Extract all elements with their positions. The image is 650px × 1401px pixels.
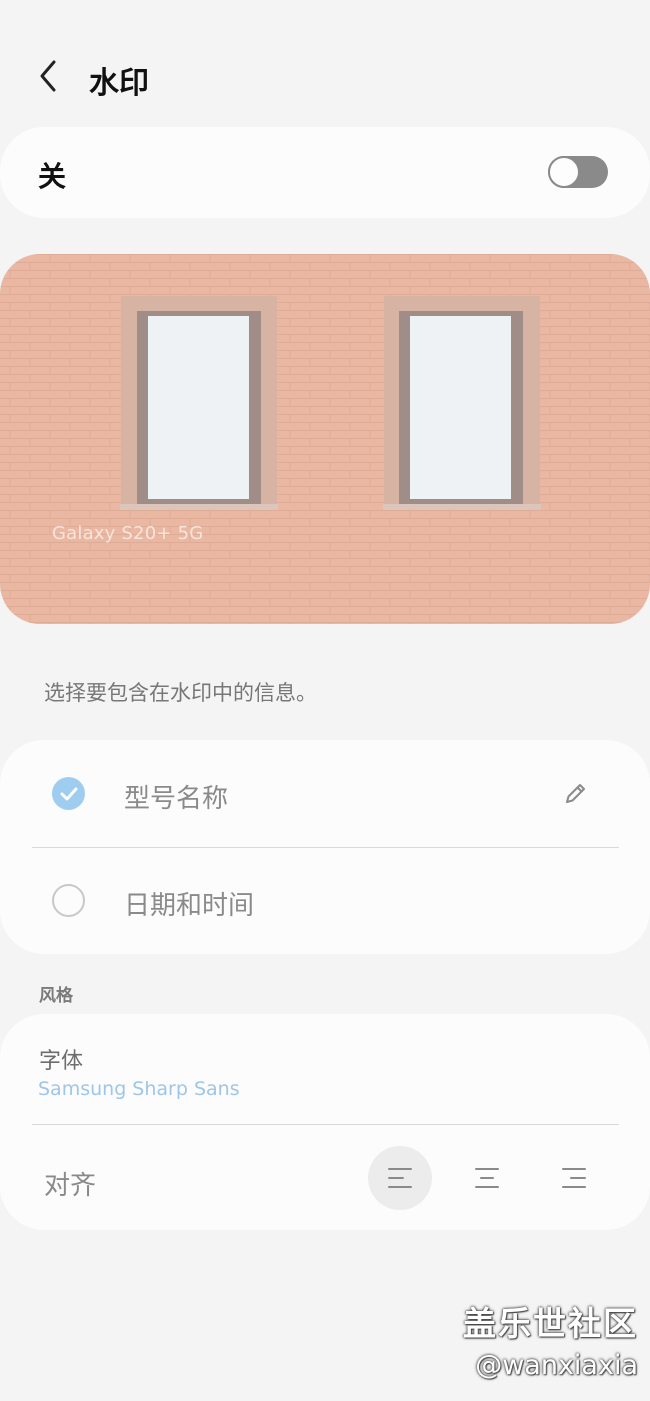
option-date-time[interactable]: 日期和时间	[0, 847, 650, 954]
preview-watermark-text: Galaxy S20+ 5G	[52, 523, 204, 544]
page-title: 水印	[89, 66, 149, 101]
pencil-icon[interactable]	[561, 780, 589, 808]
align-left-button[interactable]	[368, 1146, 432, 1210]
toggle-label: 关	[38, 160, 67, 193]
info-options-card: 型号名称 日期和时间	[0, 740, 650, 954]
align-right-icon	[562, 1168, 586, 1188]
chevron-left-icon	[40, 60, 56, 92]
user-watermark: @wanxiaxia	[475, 1350, 638, 1381]
app-header: 水印	[0, 40, 650, 116]
align-center-icon	[475, 1168, 499, 1188]
align-label: 对齐	[44, 1171, 97, 1201]
watermark-preview-image	[0, 254, 650, 624]
community-watermark: 盖乐世社区	[463, 1304, 638, 1343]
divider	[32, 1124, 619, 1125]
hint-text: 选择要包含在水印中的信息。	[44, 681, 317, 705]
switch-thumb	[548, 156, 580, 188]
back-button[interactable]	[28, 54, 68, 98]
check-icon	[60, 787, 77, 800]
font-value[interactable]: Samsung Sharp Sans	[38, 1078, 240, 1100]
checkbox-unchecked[interactable]	[52, 884, 85, 917]
option-label: 型号名称	[124, 784, 229, 814]
align-center-button[interactable]	[455, 1146, 519, 1210]
align-right-button[interactable]	[542, 1146, 606, 1210]
option-label: 日期和时间	[124, 891, 255, 921]
watermark-switch[interactable]	[548, 156, 608, 188]
option-model-name[interactable]: 型号名称	[0, 740, 650, 847]
section-header-style: 风格	[39, 986, 73, 1006]
font-label[interactable]: 字体	[39, 1043, 83, 1075]
align-left-icon	[388, 1168, 412, 1188]
checkbox-checked[interactable]	[52, 777, 85, 810]
